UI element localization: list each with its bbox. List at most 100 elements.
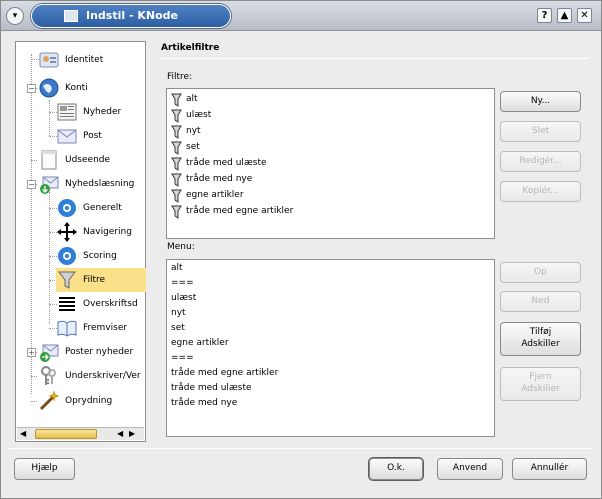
tree-item-generelt[interactable]: Generelt [56,196,122,220]
menu-list[interactable]: alt === ulæst nyt set egne artikler === tråde m… [166,259,495,437]
menu-item[interactable]: alt [171,263,183,273]
page-title: Artikelfiltre [161,43,220,53]
title-bar: ▾ Indstil - KNode ? ▲ ✕ [1,1,601,31]
filter-item-label: alt [186,94,198,104]
funnel-icon [171,172,182,187]
filter-item[interactable]: egne artikler [171,187,244,203]
add-separator-button[interactable]: Tilføj Adskiller [500,322,581,356]
filter-item[interactable]: nyt [171,123,201,139]
cancel-button[interactable]: Annullér [512,458,587,480]
menu-item[interactable]: egne artikler [171,338,229,348]
tree-horizontal-scrollbar[interactable]: ◀ ◀ ▶ [17,427,144,440]
filters-list[interactable]: alt ulæst nyt set tråde med ulæste tråde med … [166,88,495,239]
book-icon [56,317,78,339]
tree-item-nyhedslaesning[interactable]: Nyhedslæsning [38,172,134,196]
settings-tree: − − + Identitet Konti Nyheder Post Udsee… [15,41,146,442]
filter-item[interactable]: ulæst [171,107,211,123]
gear-icon [56,197,78,219]
funnel-icon [171,92,182,107]
tree-item-oprydning[interactable]: Oprydning [38,389,112,413]
tree-item-post[interactable]: Post [56,124,102,148]
tree-item-fremviser[interactable]: Fremviser [56,316,127,340]
menu-item[interactable]: === [171,278,194,288]
filter-item-label: egne artikler [186,190,244,200]
scoring-gear-icon [56,245,78,267]
filter-item-label: ulæst [186,110,212,120]
filter-item-label: tråde med nye [186,174,253,184]
filter-item[interactable]: set [171,139,200,155]
page-icon [38,149,60,171]
filter-item[interactable]: alt [171,91,198,107]
newspaper-icon [56,101,78,123]
remove-separator-button[interactable]: Fjern Adskiller [500,367,581,401]
news-read-icon [38,173,60,195]
identity-card-icon [38,49,60,71]
window-menu-button[interactable]: ▾ [6,7,24,25]
move-down-button[interactable]: Ned [500,291,581,312]
tree-item-konti[interactable]: Konti [38,76,88,100]
new-filter-button[interactable]: Ny... [500,91,581,112]
expand-nyhedslaesning-icon[interactable]: − [27,180,36,189]
funnel-icon [171,188,182,203]
post-news-icon [38,341,60,363]
filter-item[interactable]: tråde med ulæste [171,155,267,171]
filter-item-label: set [186,142,200,152]
menu-item[interactable]: tråde med ulæste [171,383,252,393]
knode-app-icon [64,10,78,22]
menu-label: Menu: [167,242,195,252]
tree-item-nyheder[interactable]: Nyheder [56,100,121,124]
filter-item[interactable]: tråde med egne artikler [171,203,293,219]
tree-item-identitet[interactable]: Identitet [38,48,103,72]
title-divider [159,58,589,59]
filter-item-label: nyt [186,126,201,136]
scroll-thumb[interactable] [35,429,97,439]
funnel-icon [171,204,182,219]
expand-poster-icon[interactable]: + [27,348,36,357]
menu-item[interactable]: ulæst [171,293,196,303]
ok-button[interactable]: O.k. [369,458,423,480]
help-title-button[interactable]: ? [537,8,552,23]
menu-item[interactable]: === [171,353,194,363]
window-title: Indstil - KNode [86,9,178,22]
envelope-icon [56,125,78,147]
filter-item-label: tråde med egne artikler [186,206,294,216]
filters-label: Filtre: [167,72,193,82]
tree-item-poster-nyheder[interactable]: Poster nyheder [38,340,133,364]
apply-button[interactable]: Anvend [437,458,503,480]
delete-filter-button[interactable]: Slet [500,121,581,142]
filter-item-label: tråde med ulæste [186,158,267,168]
funnel-icon [171,140,182,155]
help-button[interactable]: Hjælp [14,458,75,480]
copy-filter-button[interactable]: Kopiér... [500,181,581,202]
scroll-left-icon[interactable]: ◀ [20,429,26,438]
menu-item[interactable]: nyt [171,308,186,318]
globe-icon [38,77,60,99]
tree-item-underskriver[interactable]: Underskriver/Ver [38,364,141,388]
expand-konti-icon[interactable]: − [27,84,36,93]
tree-item-navigering[interactable]: Navigering [56,220,132,244]
edit-filter-button[interactable]: Redigér... [500,151,581,172]
funnel-icon [56,269,78,291]
menu-item[interactable]: tråde med egne artikler [171,368,278,378]
menu-item[interactable]: tråde med nye [171,398,237,408]
funnel-icon [171,156,182,171]
scroll-right-icon[interactable]: ▶ [129,429,135,438]
tree-item-overskriftsd[interactable]: Overskriftsd [56,292,138,316]
funnel-icon [171,124,182,139]
footer-divider [9,448,593,449]
filter-item[interactable]: tråde med nye [171,171,252,187]
tree-item-scoring[interactable]: Scoring [56,244,117,268]
menu-item[interactable]: set [171,323,185,333]
title-pill: Indstil - KNode [31,4,231,28]
shade-title-button[interactable]: ▲ [557,8,572,23]
move-up-button[interactable]: Op [500,262,581,283]
magic-wand-icon [38,390,60,412]
tree-item-filtre[interactable]: Filtre [56,268,146,292]
close-title-button[interactable]: ✕ [577,8,592,23]
keys-icon [38,365,60,387]
settings-window: ▾ Indstil - KNode ? ▲ ✕ − − + Identitet … [0,0,602,499]
move-arrows-icon [56,221,78,243]
funnel-icon [171,108,182,123]
scroll-left-end-icon[interactable]: ◀ [117,429,123,438]
tree-item-udseende[interactable]: Udseende [38,148,110,172]
